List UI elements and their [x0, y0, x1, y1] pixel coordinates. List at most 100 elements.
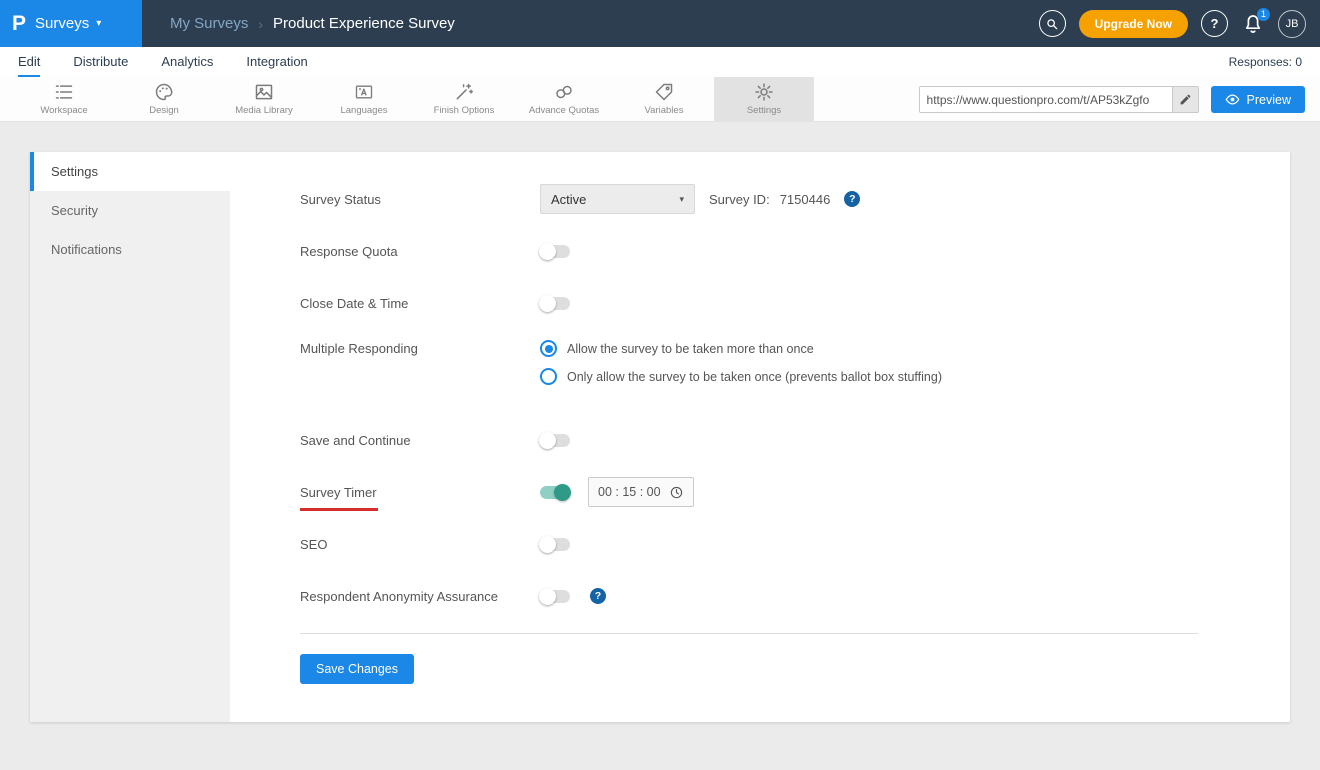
- preview-button[interactable]: Preview: [1210, 86, 1305, 113]
- sidebar-item-notifications[interactable]: Notifications: [30, 230, 230, 269]
- toolbar-item-languages[interactable]: Languages: [314, 77, 414, 121]
- survey-id-help-icon[interactable]: ?: [844, 191, 861, 207]
- main-nav: Edit Distribute Analytics Integration Re…: [0, 47, 1320, 77]
- top-bar: P Surveys ▾ My Surveys › Product Experie…: [0, 0, 1320, 47]
- row-survey-timer: Survey Timer 00 : 15 : 00: [300, 477, 1290, 511]
- survey-timer-toggle[interactable]: [540, 483, 571, 501]
- advance-quotas-icon: [556, 85, 572, 99]
- seo-label: SEO: [300, 536, 328, 552]
- edit-toolbar: Workspace Design Media Library Languages…: [0, 77, 1320, 122]
- toolbar-item-label: Settings: [746, 105, 782, 116]
- save-and-continue-toggle[interactable]: [539, 431, 570, 449]
- media-library-icon: [255, 84, 273, 100]
- save-changes-button[interactable]: Save Changes: [300, 654, 415, 684]
- radio-only-once[interactable]: Only allow the survey to be taken once (…: [540, 368, 942, 385]
- close-date-time-label: Close Date & Time: [300, 295, 409, 311]
- chevron-down-icon: ▾: [96, 18, 102, 29]
- settings-form: Survey Status Active ▾ Survey ID: 715044…: [230, 152, 1290, 722]
- respondent-anonymity-toggle[interactable]: [539, 587, 570, 605]
- toolbar-item-advance-quotas[interactable]: Advance Quotas: [514, 77, 614, 121]
- workspace-icon: [55, 85, 73, 99]
- toggle-knob: [554, 483, 571, 501]
- row-respondent-anonymity: Respondent Anonymity Assurance ?: [300, 581, 1290, 611]
- notification-badge: 1: [1257, 7, 1270, 21]
- notifications-button[interactable]: 1: [1241, 7, 1270, 36]
- survey-timer-label: Survey Timer: [300, 484, 377, 500]
- response-quota-toggle[interactable]: [539, 242, 570, 260]
- search-icon: [1047, 18, 1058, 29]
- settings-panel: Settings Security Notifications Survey S…: [30, 152, 1290, 722]
- timer-value: 00 : 15 : 00: [598, 485, 661, 499]
- timer-duration-input[interactable]: 00 : 15 : 00: [588, 477, 694, 507]
- variables-icon: [655, 83, 673, 101]
- survey-status-dropdown[interactable]: Active ▾: [540, 184, 695, 214]
- toolbar-item-label: Media Library: [235, 105, 293, 116]
- clock-icon: [670, 486, 683, 498]
- response-quota-label: Response Quota: [300, 243, 398, 259]
- seo-toggle[interactable]: [539, 535, 570, 553]
- tab-edit[interactable]: Edit: [18, 47, 41, 77]
- radio-label: Allow the survey to be taken more than o…: [567, 341, 814, 356]
- radio-button-icon: [540, 340, 557, 357]
- toolbar-item-label: Variables: [644, 105, 684, 116]
- red-underline-annotation: [300, 507, 378, 511]
- help-button[interactable]: ?: [1201, 10, 1228, 37]
- row-seo: SEO: [300, 529, 1290, 559]
- row-multiple-responding: Multiple Responding Allow the survey to …: [300, 340, 1290, 385]
- row-close-date-time: Close Date & Time: [300, 288, 1290, 318]
- toggle-knob: [539, 535, 556, 553]
- toolbar-item-variables[interactable]: Variables: [614, 77, 714, 121]
- toolbar-item-workspace[interactable]: Workspace: [14, 77, 114, 121]
- responses-count: Responses: 0: [1228, 55, 1302, 69]
- save-and-continue-label: Save and Continue: [300, 432, 411, 448]
- row-save-and-continue: Save and Continue: [300, 425, 1290, 455]
- pencil-icon: [1180, 94, 1190, 105]
- breadcrumb-my-surveys[interactable]: My Surveys: [170, 15, 248, 32]
- toggle-knob: [539, 242, 556, 260]
- toolbar-item-design[interactable]: Design: [114, 77, 214, 121]
- tab-distribute[interactable]: Distribute: [73, 47, 128, 77]
- toolbar-item-media-library[interactable]: Media Library: [214, 77, 314, 121]
- tab-analytics[interactable]: Analytics: [161, 47, 213, 77]
- survey-url-input[interactable]: [919, 87, 1172, 112]
- questionpro-logo: P: [12, 11, 27, 35]
- toolbar-item-finish-options[interactable]: Finish Options: [414, 77, 514, 121]
- toolbar-item-settings[interactable]: Settings: [714, 77, 814, 121]
- finish-options-icon: [456, 83, 474, 100]
- user-avatar[interactable]: JB: [1278, 9, 1306, 38]
- question-mark-icon: ?: [1210, 16, 1219, 31]
- form-divider: [300, 633, 1198, 634]
- tab-integration[interactable]: Integration: [246, 47, 307, 77]
- toggle-knob: [539, 587, 556, 605]
- settings-icon: [755, 83, 773, 101]
- breadcrumb-current-survey: Product Experience Survey: [273, 15, 455, 32]
- chevron-down-icon: ▾: [679, 193, 684, 204]
- design-icon: [155, 83, 173, 101]
- upgrade-now-button[interactable]: Upgrade Now: [1078, 9, 1188, 38]
- sidebar-item-settings[interactable]: Settings: [30, 152, 230, 191]
- toolbar-right: Preview: [918, 86, 1305, 113]
- topbar-actions: Upgrade Now ? 1 JB: [1038, 7, 1320, 38]
- close-date-time-toggle[interactable]: [539, 294, 570, 312]
- toolbar-item-label: Advance Quotas: [528, 105, 600, 116]
- radio-allow-multiple[interactable]: Allow the survey to be taken more than o…: [540, 340, 942, 357]
- survey-url-box: [918, 86, 1199, 113]
- toolbar-item-label: Workspace: [40, 105, 88, 116]
- preview-label: Preview: [1246, 92, 1291, 107]
- sidebar-item-security[interactable]: Security: [30, 191, 230, 230]
- breadcrumb-separator-icon: ›: [258, 15, 264, 32]
- respondent-anonymity-help-icon[interactable]: ?: [590, 588, 606, 604]
- radio-button-icon: [540, 368, 557, 385]
- surveys-product-menu[interactable]: P Surveys ▾: [0, 0, 142, 47]
- languages-icon: [355, 85, 373, 99]
- survey-status-value: Active: [551, 191, 587, 207]
- row-response-quota: Response Quota: [300, 236, 1290, 266]
- multiple-responding-label: Multiple Responding: [300, 341, 418, 356]
- settings-sidebar: Settings Security Notifications: [30, 152, 230, 722]
- row-survey-status: Survey Status Active ▾ Survey ID: 715044…: [300, 184, 1290, 214]
- toggle-knob: [539, 294, 556, 312]
- search-button[interactable]: [1038, 10, 1066, 37]
- edit-url-button[interactable]: [1171, 87, 1198, 112]
- toolbar-item-label: Languages: [340, 105, 388, 116]
- app-window: P Surveys ▾ My Surveys › Product Experie…: [0, 0, 1320, 770]
